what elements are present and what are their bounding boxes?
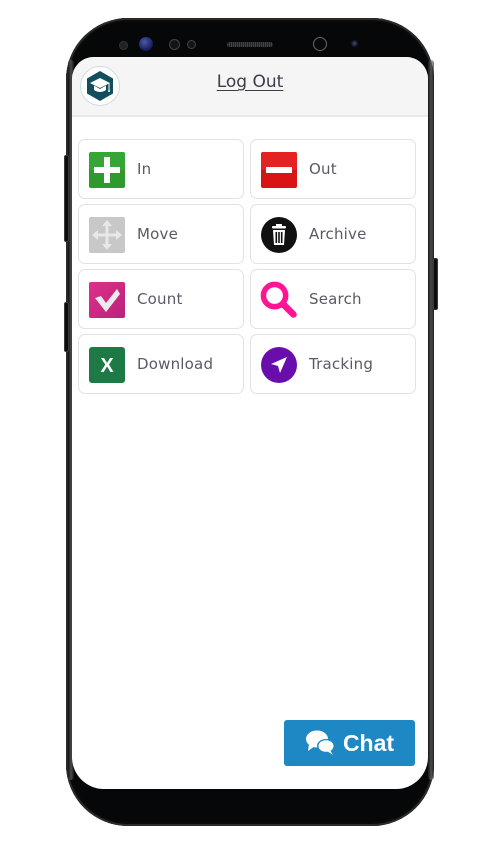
- sensor-dot: [351, 40, 358, 47]
- tile-move[interactable]: Move: [78, 204, 244, 264]
- checkmark-icon: [89, 282, 125, 318]
- tile-search[interactable]: Search: [250, 269, 416, 329]
- trash-icon: [261, 217, 297, 253]
- svg-text:X: X: [100, 355, 114, 377]
- tile-label: Count: [137, 290, 183, 308]
- tile-download[interactable]: X Download: [78, 334, 244, 394]
- tile-label: Move: [137, 225, 179, 243]
- chat-bubbles-icon: [305, 730, 335, 755]
- chat-button[interactable]: Chat: [284, 720, 415, 766]
- tile-in[interactable]: In: [78, 139, 244, 199]
- volume-button: [64, 155, 69, 242]
- app-header: Log Out: [72, 57, 428, 117]
- sensor-dot: [187, 40, 196, 49]
- tile-label: In: [137, 160, 152, 178]
- excel-icon: X: [89, 347, 125, 383]
- tile-label: Tracking: [309, 355, 374, 373]
- bixby-button: [64, 302, 69, 352]
- logout-link[interactable]: Log Out: [72, 72, 428, 92]
- chat-label: Chat: [342, 729, 395, 756]
- tile-label: Archive: [309, 225, 367, 243]
- tile-label: Download: [137, 355, 214, 373]
- power-button: [433, 258, 438, 310]
- tile-tracking[interactable]: Tracking: [250, 334, 416, 394]
- tile-archive[interactable]: Archive: [250, 204, 416, 264]
- earpiece-speaker: [227, 42, 273, 47]
- tile-label: Out: [309, 160, 337, 178]
- tile-count[interactable]: Count: [78, 269, 244, 329]
- tile-label: Search: [309, 290, 362, 308]
- app-screen: Log Out In Out Move Archive Count Search…: [72, 57, 428, 789]
- phone-edge-right: [428, 60, 434, 780]
- sensor-dot: [169, 39, 180, 50]
- sensor-dot: [119, 41, 128, 50]
- navigation-arrow-icon: [261, 347, 297, 383]
- front-camera: [313, 37, 327, 51]
- magnifier-icon: [260, 281, 297, 318]
- iris-sensor: [139, 37, 153, 51]
- tile-out[interactable]: Out: [250, 139, 416, 199]
- minus-icon: [261, 152, 297, 188]
- plus-icon: [89, 152, 125, 188]
- move-arrows-icon: [89, 217, 125, 253]
